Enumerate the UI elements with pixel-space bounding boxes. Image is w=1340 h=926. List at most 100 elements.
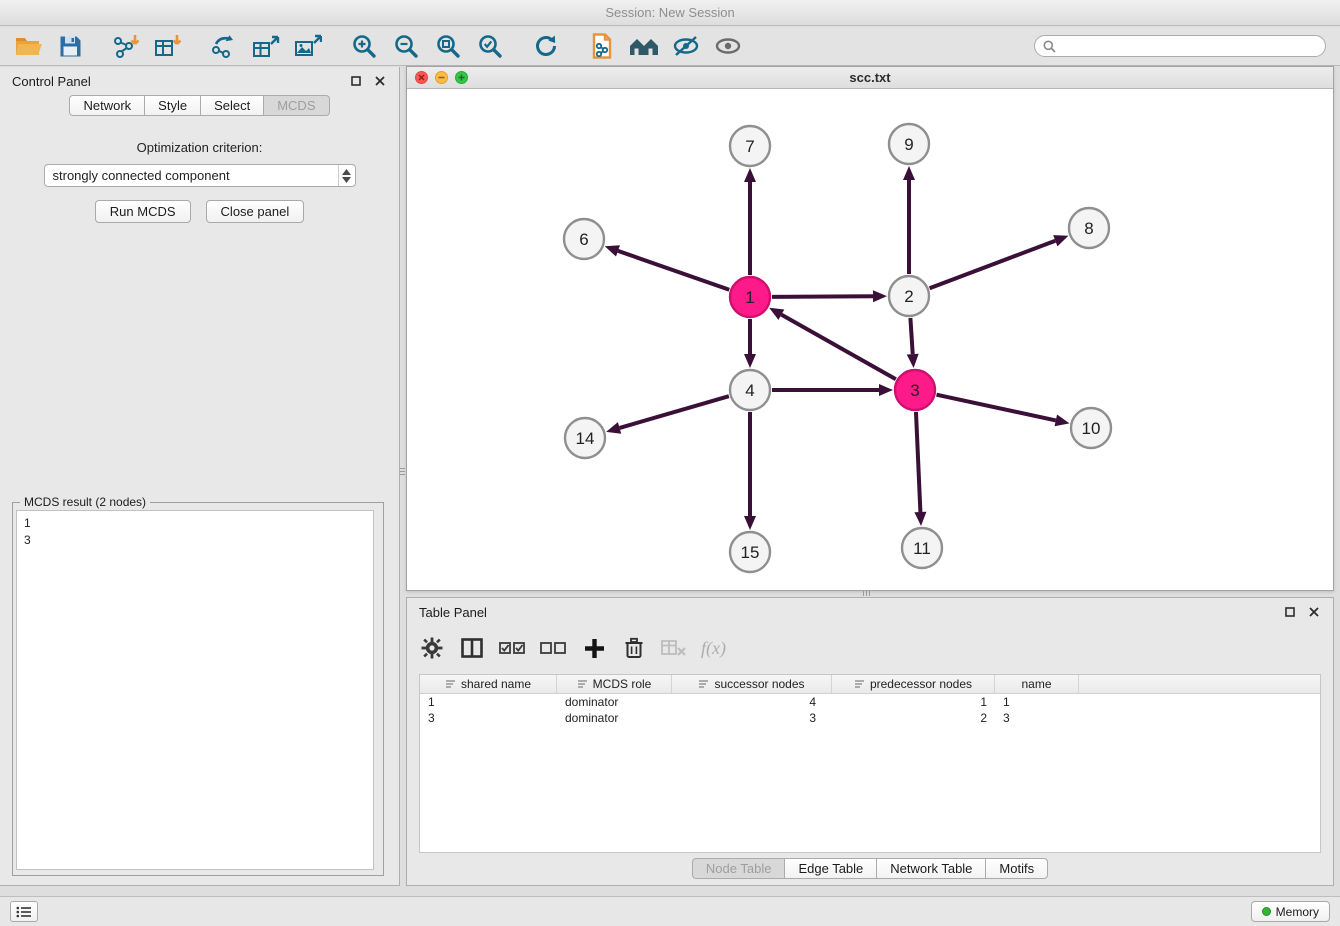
cell-successor-nodes[interactable]: 4 <box>672 694 832 710</box>
graph-arrowhead-icon <box>744 354 756 368</box>
graph-arrowhead-icon <box>903 166 915 180</box>
cell-mcds-role[interactable]: dominator <box>557 710 672 726</box>
cell-shared-name[interactable]: 1 <box>420 694 557 710</box>
export-image-button[interactable] <box>290 30 326 62</box>
table-settings-button[interactable] <box>419 633 445 663</box>
graph-node-label: 14 <box>576 429 595 448</box>
horizontal-splitter-handle[interactable] <box>858 590 874 597</box>
network-from-file-button[interactable] <box>584 30 620 62</box>
column-header-predecessor-nodes[interactable]: predecessor nodes <box>832 675 995 693</box>
graph-edge-3-1[interactable] <box>781 315 895 380</box>
column-sort-icon <box>445 679 456 689</box>
graph-edge-2-8[interactable] <box>930 241 1056 289</box>
import-table-button[interactable] <box>150 30 186 62</box>
column-header-mcds-role[interactable]: MCDS role <box>557 675 672 693</box>
network-window-titlebar[interactable]: scc.txt <box>407 67 1333 89</box>
show-panels-button[interactable] <box>10 901 38 922</box>
zoom-fit-button[interactable] <box>430 30 466 62</box>
select-all-button[interactable] <box>499 633 526 663</box>
save-icon <box>59 35 82 58</box>
save-session-button[interactable] <box>52 30 88 62</box>
search-icon <box>1043 40 1056 53</box>
tab-edge-table[interactable]: Edge Table <box>784 858 877 879</box>
graph-edge-4-14[interactable] <box>620 396 729 428</box>
delete-column-button[interactable] <box>621 633 647 663</box>
column-header-successor-nodes[interactable]: successor nodes <box>672 675 832 693</box>
export-table-icon <box>252 34 280 59</box>
control-panel-header: Control Panel <box>0 67 399 95</box>
zoom-out-button[interactable] <box>388 30 424 62</box>
network-canvas[interactable]: 7968124314101511 <box>407 89 1333 590</box>
export-table-button[interactable] <box>248 30 284 62</box>
column-label: name <box>1021 677 1051 691</box>
open-file-button[interactable] <box>10 30 46 62</box>
table-row[interactable]: 1 dominator 4 1 1 <box>420 694 1320 710</box>
tab-motifs[interactable]: Motifs <box>985 858 1048 879</box>
toggle-column-view-button[interactable] <box>459 633 485 663</box>
cell-successor-nodes[interactable]: 3 <box>672 710 832 726</box>
graph-edge-1-2[interactable] <box>772 296 873 297</box>
graph-edge-3-11[interactable] <box>916 412 920 512</box>
graph-edge-2-3[interactable] <box>910 318 912 354</box>
mcds-result-list[interactable]: 1 3 <box>16 510 374 870</box>
tab-node-table[interactable]: Node Table <box>692 858 786 879</box>
column-sort-icon <box>698 679 709 689</box>
table-panel-title: Table Panel <box>419 605 1273 620</box>
graph-arrowhead-icon <box>606 422 621 434</box>
memory-button[interactable]: Memory <box>1251 901 1330 922</box>
cell-name[interactable]: 1 <box>995 694 1079 710</box>
table-panel: Table Panel <box>406 597 1334 886</box>
network-file-icon <box>590 33 614 59</box>
column-header-name[interactable]: name <box>995 675 1079 693</box>
zoom-in-button[interactable] <box>346 30 382 62</box>
delete-table-button-disabled <box>661 633 687 663</box>
create-column-button[interactable] <box>581 633 607 663</box>
tab-network[interactable]: Network <box>69 95 145 116</box>
graph-node-label: 15 <box>741 543 760 562</box>
cell-name[interactable]: 3 <box>995 710 1079 726</box>
network-window-title: scc.txt <box>849 70 890 85</box>
column-header-shared-name[interactable]: shared name <box>420 675 557 693</box>
criterion-dropdown[interactable]: strongly connected component <box>44 164 356 187</box>
export-image-icon <box>294 34 322 59</box>
cell-mcds-role[interactable]: dominator <box>557 694 672 710</box>
cell-shared-name[interactable]: 3 <box>420 710 557 726</box>
cell-predecessor-nodes[interactable]: 1 <box>832 694 995 710</box>
cell-predecessor-nodes[interactable]: 2 <box>832 710 995 726</box>
float-table-panel-icon[interactable] <box>1283 605 1297 619</box>
show-hide-details-button[interactable] <box>710 30 746 62</box>
search-input[interactable] <box>1061 38 1317 54</box>
zoom-selected-button[interactable] <box>472 30 508 62</box>
first-neighbors-button[interactable] <box>626 30 662 62</box>
tab-select[interactable]: Select <box>200 95 264 116</box>
column-header-filler <box>1079 675 1320 693</box>
toolbar-search[interactable] <box>1034 35 1326 57</box>
graph-edge-1-6[interactable] <box>618 251 729 290</box>
close-panel-icon[interactable] <box>373 74 387 88</box>
graph-arrowhead-icon <box>907 354 919 368</box>
tab-mcds[interactable]: MCDS <box>263 95 329 116</box>
export-network-button[interactable] <box>206 30 242 62</box>
network-graph[interactable]: 7968124314101511 <box>407 89 1333 590</box>
graph-arrowhead-icon <box>605 245 620 256</box>
tab-style[interactable]: Style <box>144 95 201 116</box>
float-panel-icon[interactable] <box>349 74 363 88</box>
graph-arrowhead-icon <box>879 384 893 396</box>
minimize-window-icon[interactable] <box>435 71 448 84</box>
close-panel-button[interactable]: Close panel <box>206 200 305 223</box>
zoom-window-icon[interactable] <box>455 71 468 84</box>
run-mcds-button[interactable]: Run MCDS <box>95 200 191 223</box>
table-row[interactable]: 3 dominator 3 2 3 <box>420 710 1320 726</box>
graph-edge-3-10[interactable] <box>937 395 1056 421</box>
graph-arrowhead-icon <box>873 290 887 302</box>
vertical-splitter-handle[interactable] <box>399 463 406 479</box>
hide-selected-button[interactable] <box>668 30 704 62</box>
table-toolbar: f(x) <box>419 628 726 668</box>
close-window-icon[interactable] <box>415 71 428 84</box>
list-icon <box>16 906 32 918</box>
apply-layout-button[interactable] <box>528 30 564 62</box>
tab-network-table[interactable]: Network Table <box>876 858 986 879</box>
deselect-all-button[interactable] <box>540 633 567 663</box>
import-network-button[interactable] <box>108 30 144 62</box>
close-table-panel-icon[interactable] <box>1307 605 1321 619</box>
